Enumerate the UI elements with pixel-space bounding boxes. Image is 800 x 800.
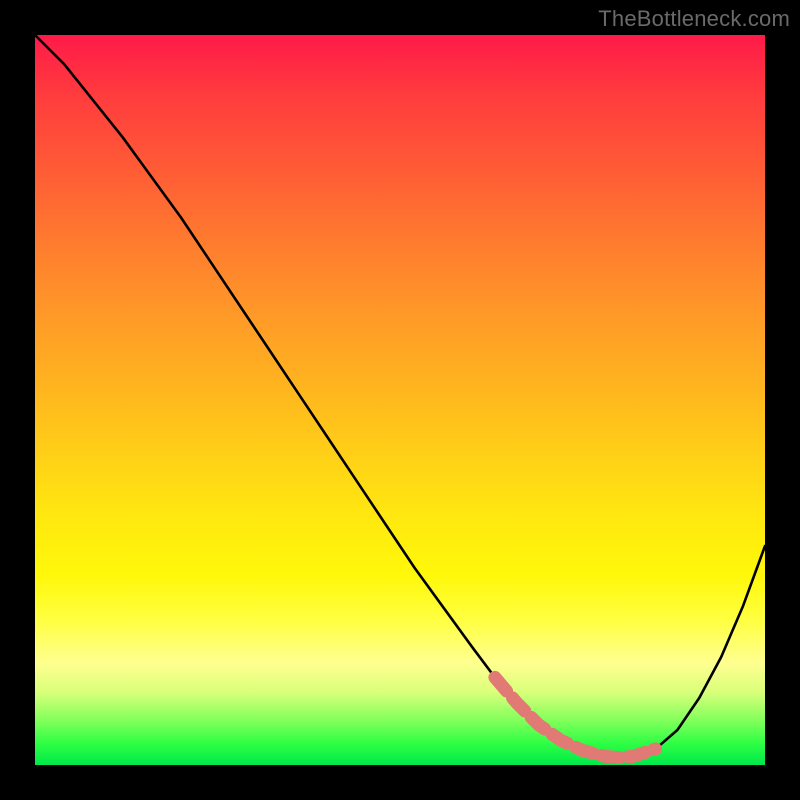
plot-area bbox=[35, 35, 765, 765]
chart-frame: TheBottleneck.com bbox=[0, 0, 800, 800]
curve-path bbox=[35, 35, 765, 758]
curve-highlight bbox=[495, 677, 656, 757]
watermark-text: TheBottleneck.com bbox=[598, 6, 790, 32]
bottleneck-curve bbox=[35, 35, 765, 765]
